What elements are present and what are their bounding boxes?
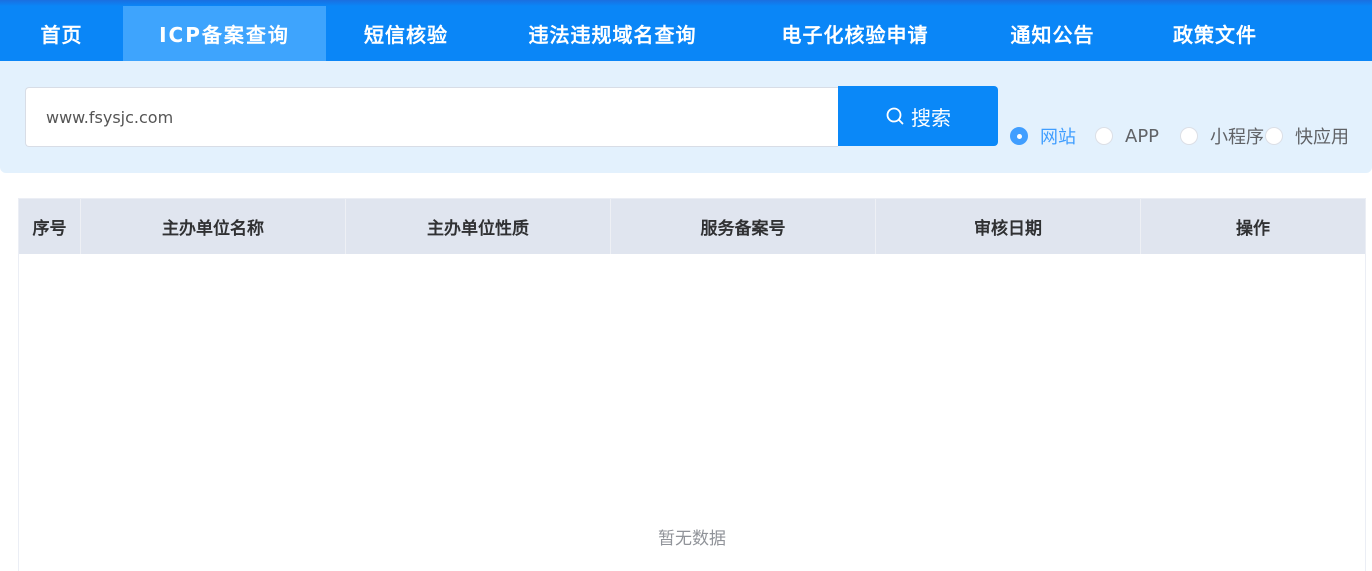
- table-header: 序号 主办单位名称 主办单位性质 服务备案号 审核日期 操作: [19, 199, 1365, 254]
- radio-label: 快应用: [1295, 127, 1349, 148]
- nav-item-icp-query[interactable]: ICP备案查询: [123, 6, 326, 61]
- nav-item-policy-docs[interactable]: 政策文件: [1134, 6, 1296, 61]
- nav-item-sms-verify[interactable]: 短信核验: [326, 6, 486, 61]
- search-icon: [886, 107, 904, 125]
- nav-item-e-verify-apply[interactable]: 电子化核验申请: [739, 6, 971, 61]
- radio-dot: [1010, 127, 1028, 145]
- empty-state-text: 暂无数据: [658, 529, 726, 549]
- radio-mini-program[interactable]: 小程序: [1180, 124, 1264, 148]
- nav-item-illegal-domain-query[interactable]: 违法违规域名查询: [486, 6, 739, 61]
- radio-dot: [1180, 127, 1198, 145]
- column-header-actions: 操作: [1236, 219, 1270, 239]
- column-header-organizer-type: 主办单位性质: [346, 199, 611, 254]
- main-nav: 首页 ICP备案查询 短信核验 违法违规域名查询 电子化核验申请 通知公告 政策…: [0, 6, 1296, 61]
- radio-app[interactable]: APP: [1095, 124, 1159, 148]
- radio-website[interactable]: 网站: [1010, 124, 1076, 148]
- search-button-label: 搜索: [911, 107, 951, 130]
- radio-label: 网站: [1040, 127, 1076, 148]
- search-panel: 搜索 网站 APP 小程序 快应用: [0, 61, 1372, 173]
- search-button[interactable]: 搜索: [838, 86, 998, 146]
- results-table: 序号 主办单位名称 主办单位性质 服务备案号 审核日期 操作 暂无数据: [18, 198, 1366, 571]
- column-header-record-number: 服务备案号: [611, 199, 876, 254]
- search-input[interactable]: [25, 87, 838, 147]
- nav-item-notices[interactable]: 通知公告: [971, 6, 1134, 61]
- radio-quick-app[interactable]: 快应用: [1265, 124, 1349, 148]
- radio-dot: [1095, 127, 1113, 145]
- nav-item-home[interactable]: 首页: [0, 6, 123, 61]
- top-navigation-bar: 首页 ICP备案查询 短信核验 违法违规域名查询 电子化核验申请 通知公告 政策…: [0, 0, 1372, 61]
- column-header-review-date: 审核日期: [876, 199, 1141, 254]
- radio-dot: [1265, 127, 1283, 145]
- radio-label: APP: [1125, 125, 1160, 147]
- radio-label: 小程序: [1210, 127, 1264, 148]
- column-header-index: 序号: [19, 199, 81, 254]
- column-header-organizer-name: 主办单位名称: [81, 199, 346, 254]
